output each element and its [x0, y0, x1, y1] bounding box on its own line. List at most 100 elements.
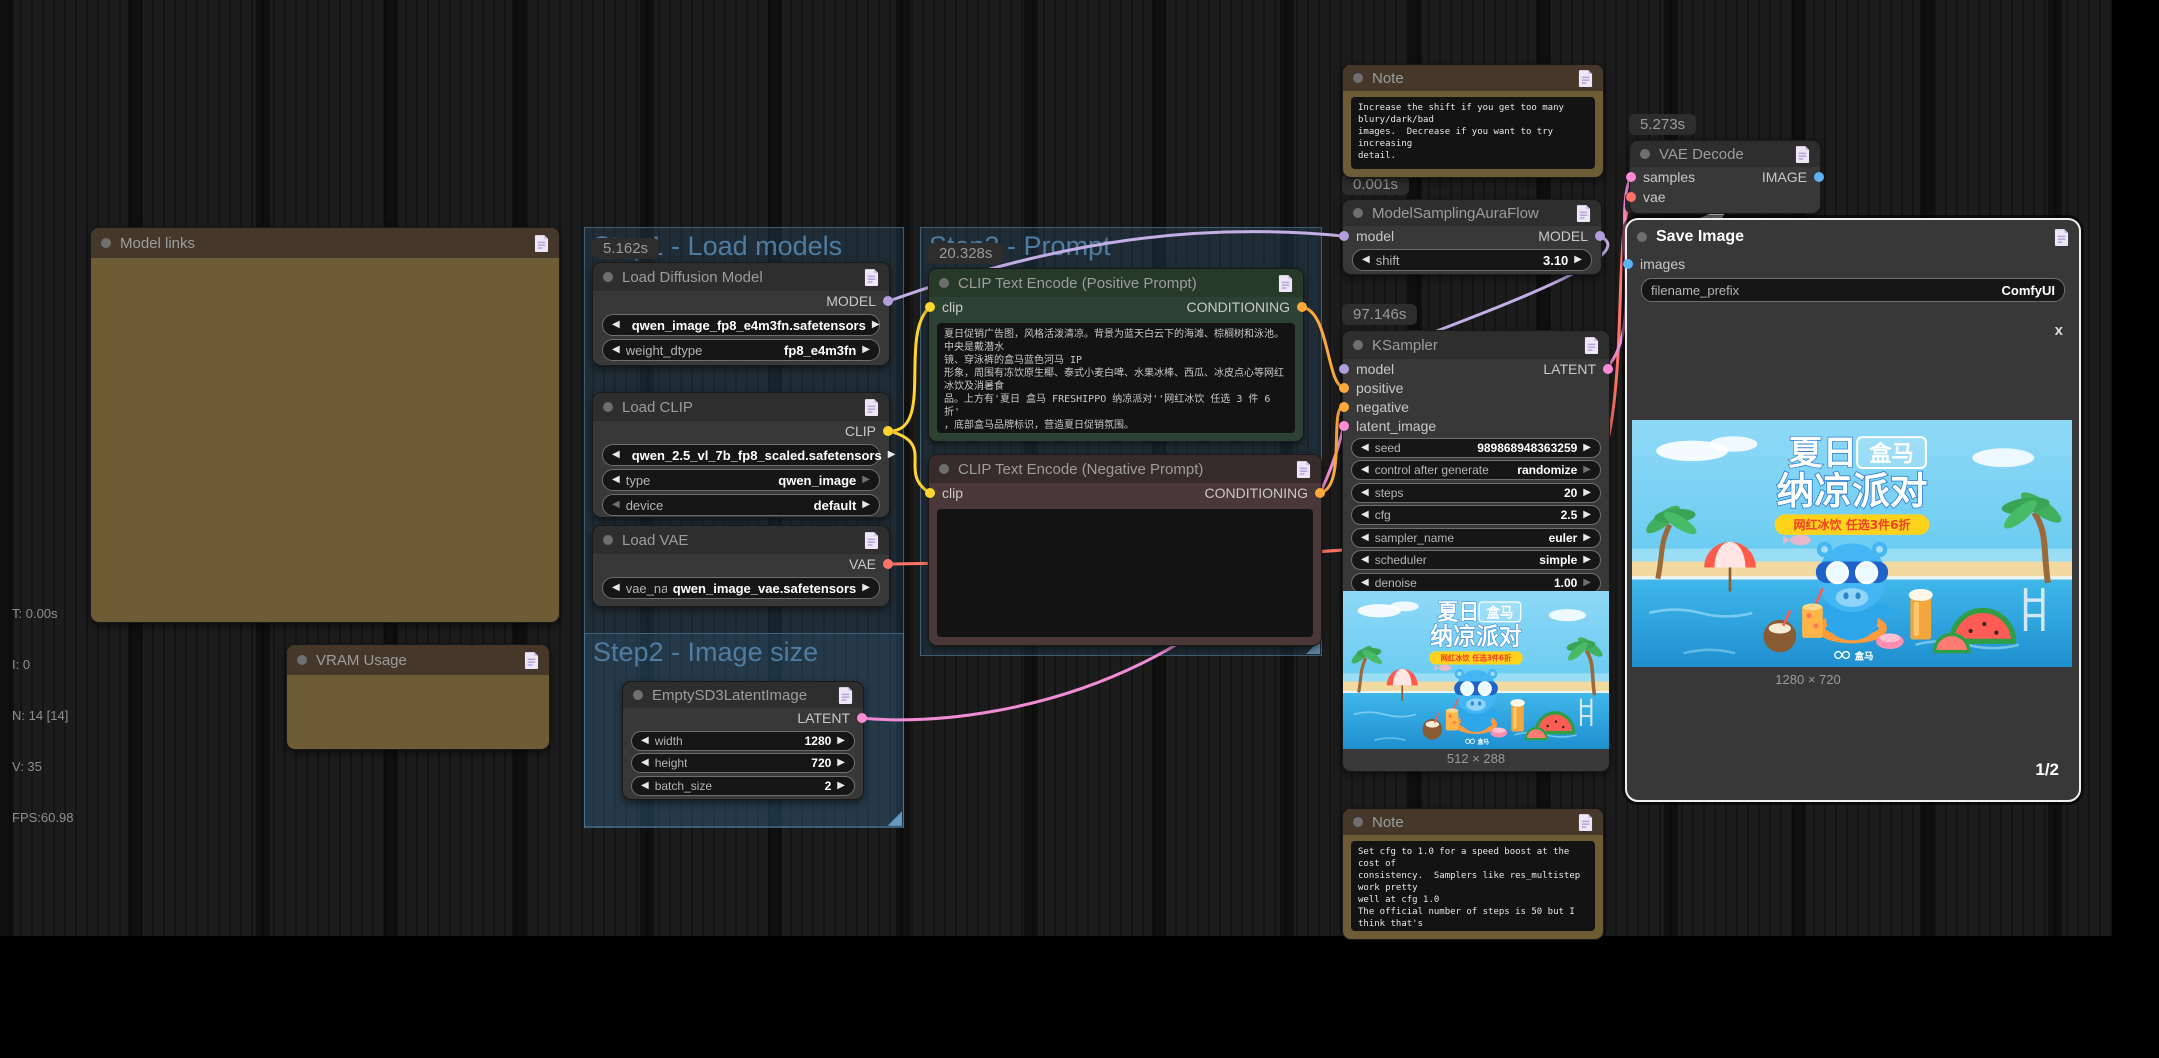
node-titlebar[interactable]: VAE Decode: [1630, 141, 1820, 167]
next-arrow-icon[interactable]: ▶: [1583, 465, 1591, 475]
node-titlebar[interactable]: ModelSamplingAuraFlow: [1343, 200, 1601, 226]
output-latent[interactable]: LATENT: [1543, 361, 1613, 377]
output-conditioning[interactable]: CONDITIONING: [1205, 485, 1325, 501]
collapse-dot[interactable]: [603, 402, 613, 412]
widget-device[interactable]: ◀ device default ▶: [602, 494, 880, 516]
prev-arrow-icon[interactable]: ◀: [612, 583, 620, 593]
widget-scheduler[interactable]: ◀ scheduler simple ▶: [1351, 550, 1601, 570]
widget-filename-prefix[interactable]: filename_prefix ComfyUI: [1641, 278, 2065, 302]
collapse-dot[interactable]: [101, 238, 111, 248]
latent-port-dot[interactable]: [857, 713, 867, 723]
prev-arrow-icon[interactable]: ◀: [1361, 532, 1369, 543]
prev-arrow-icon[interactable]: ◀: [641, 735, 649, 746]
model-port-dot[interactable]: [1339, 231, 1349, 241]
prev-arrow-icon[interactable]: ◀: [1361, 510, 1369, 520]
output-model[interactable]: MODEL: [1538, 228, 1605, 244]
image-port-dot[interactable]: [1623, 259, 1633, 269]
next-arrow-icon[interactable]: ▶: [1583, 532, 1591, 543]
next-arrow-icon[interactable]: ▶: [1574, 255, 1582, 265]
latent-port-dot[interactable]: [1339, 420, 1349, 431]
input-clip[interactable]: clip: [925, 299, 963, 315]
widget-denoise[interactable]: ◀ denoise 1.00 ▶: [1351, 572, 1601, 593]
collapse-dot[interactable]: [603, 535, 613, 545]
prev-arrow-icon[interactable]: ◀: [612, 345, 620, 355]
output-latent[interactable]: LATENT: [797, 710, 867, 726]
collapse-dot[interactable]: [1637, 232, 1647, 242]
group-resize-handle[interactable]: [888, 812, 902, 826]
node-note-top[interactable]: Note Increase the shift if you get too m…: [1342, 64, 1604, 178]
node-load-vae[interactable]: Load VAE VAE ◀ vae_name qwen_image_vae.s…: [592, 525, 893, 607]
input-samples[interactable]: samples: [1626, 169, 1695, 185]
latent-port-dot[interactable]: [1603, 363, 1613, 374]
widget-control-after-generate[interactable]: ◀ control after generate randomize ▶: [1351, 460, 1601, 480]
widget-vae-name[interactable]: ◀ vae_name qwen_image_vae.safetensors ▶: [602, 577, 880, 599]
node-titlebar[interactable]: Save Image: [1627, 220, 2079, 254]
conditioning-port-dot[interactable]: [1315, 488, 1325, 498]
prev-arrow-icon[interactable]: ◀: [1362, 255, 1370, 265]
next-arrow-icon[interactable]: ▶: [1583, 510, 1591, 520]
node-save-image[interactable]: Save Image images filename_prefix ComfyU…: [1623, 218, 2081, 802]
node-clip-text-negative[interactable]: CLIP Text Encode (Negative Prompt) clip …: [925, 454, 1325, 646]
output-clip[interactable]: CLIP: [845, 423, 893, 439]
prev-arrow-icon[interactable]: ◀: [641, 780, 649, 791]
widget-height[interactable]: ◀ height 720 ▶: [631, 753, 855, 773]
group-step2-title[interactable]: Step2 - Image size: [585, 634, 903, 671]
next-arrow-icon[interactable]: ▶: [1583, 442, 1591, 453]
node-model-sampling-auraflow[interactable]: ModelSamplingAuraFlow model MODEL ◀ shif…: [1339, 199, 1605, 275]
next-arrow-icon[interactable]: ▶: [1583, 487, 1591, 498]
widget-sampler-name[interactable]: ◀ sampler_name euler ▶: [1351, 527, 1601, 548]
input-latent-image[interactable]: latent_image: [1339, 418, 1436, 434]
next-arrow-icon[interactable]: ▶: [888, 450, 896, 460]
input-positive[interactable]: positive: [1339, 380, 1403, 396]
input-model[interactable]: model: [1339, 228, 1394, 244]
node-titlebar[interactable]: Load VAE: [593, 526, 889, 554]
node-titlebar[interactable]: CLIP Text Encode (Positive Prompt): [929, 269, 1303, 297]
collapse-dot[interactable]: [939, 464, 949, 474]
latent-port-dot[interactable]: [1626, 172, 1636, 182]
next-arrow-icon[interactable]: ▶: [1583, 577, 1591, 588]
node-titlebar[interactable]: KSampler: [1343, 331, 1609, 359]
note-textarea[interactable]: Increase the shift if you get too many b…: [1351, 97, 1595, 169]
next-arrow-icon[interactable]: ▶: [872, 320, 880, 330]
collapse-dot[interactable]: [633, 690, 643, 700]
clip-port-dot[interactable]: [883, 426, 893, 436]
collapse-dot[interactable]: [939, 278, 949, 288]
input-clip[interactable]: clip: [925, 485, 963, 501]
image-port-dot[interactable]: [1814, 172, 1824, 182]
node-titlebar[interactable]: CLIP Text Encode (Negative Prompt): [929, 455, 1321, 483]
prev-arrow-icon[interactable]: ◀: [1361, 487, 1369, 498]
node-note-bottom[interactable]: Note Set cfg to 1.0 for a speed boost at…: [1342, 808, 1604, 940]
widget-clip-name[interactable]: ◀ cli ... qwen_2.5_vl_7b_fp8_scaled.safe…: [602, 444, 895, 466]
next-arrow-icon[interactable]: ▶: [837, 758, 845, 768]
next-arrow-icon[interactable]: ▶: [862, 345, 870, 355]
collapse-dot[interactable]: [603, 272, 613, 282]
input-images[interactable]: images: [1623, 256, 1685, 272]
prev-arrow-icon[interactable]: ◀: [641, 758, 649, 768]
collapse-dot[interactable]: [1353, 73, 1363, 83]
collapse-dot[interactable]: [1640, 149, 1650, 159]
prompt-textarea[interactable]: 夏日促销广告图，风格活泼清凉。背景为蓝天白云下的海滩、棕榈树和泳池。中央是戴潜水…: [937, 323, 1295, 433]
saved-image-preview[interactable]: [1632, 420, 2072, 667]
node-titlebar[interactable]: Note: [1343, 809, 1603, 835]
widget-steps[interactable]: ◀ steps 20 ▶: [1351, 482, 1601, 503]
next-arrow-icon[interactable]: ▶: [837, 735, 845, 746]
conditioning-port-dot[interactable]: [1297, 302, 1307, 312]
clip-port-dot[interactable]: [925, 488, 935, 498]
prompt-textarea[interactable]: [937, 509, 1313, 637]
remove-preview-button[interactable]: x: [2055, 322, 2063, 339]
clip-port-dot[interactable]: [925, 302, 935, 312]
prev-arrow-icon[interactable]: ◀: [612, 475, 620, 485]
widget-clip-type[interactable]: ◀ type qwen_image ▶: [602, 469, 880, 491]
model-port-dot[interactable]: [1339, 363, 1349, 374]
prev-arrow-icon[interactable]: ◀: [1361, 577, 1369, 588]
prev-arrow-icon[interactable]: ◀: [612, 450, 620, 460]
node-graph-canvas[interactable]: 夏日 盒马 纳凉派对 网红冰饮 任选3件6折 盒马 T: 0.00s I: 0 …: [0, 0, 2159, 1058]
next-arrow-icon[interactable]: ▶: [862, 500, 870, 510]
input-negative[interactable]: negative: [1339, 399, 1409, 415]
next-arrow-icon[interactable]: ▶: [862, 475, 870, 485]
ksampler-preview-image[interactable]: [1343, 591, 1609, 749]
widget-batch-size[interactable]: ◀ batch_size 2 ▶: [631, 775, 855, 796]
prev-arrow-icon[interactable]: ◀: [1361, 442, 1369, 453]
output-conditioning[interactable]: CONDITIONING: [1187, 299, 1307, 315]
collapse-dot[interactable]: [1353, 817, 1363, 827]
